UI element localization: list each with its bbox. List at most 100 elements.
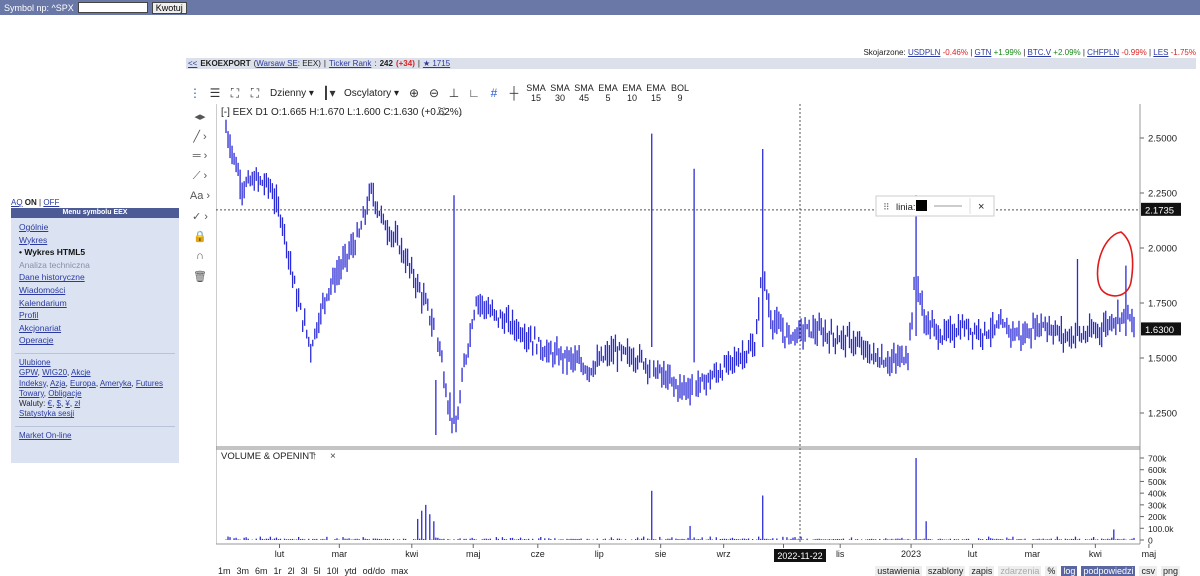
menu-item[interactable]: • Wykres HTML5 <box>11 246 179 259</box>
menu-item[interactable]: Dane historyczne <box>11 271 179 284</box>
crosshair-icon[interactable]: ┼ <box>505 84 523 102</box>
range-tab[interactable]: 1m <box>218 566 231 576</box>
range-tab[interactable]: 5l <box>314 566 321 576</box>
indicator-button[interactable]: BOL 9 <box>669 82 691 104</box>
png-link[interactable]: png <box>1160 566 1180 576</box>
menu-item[interactable]: Operacje <box>11 334 179 347</box>
save-link[interactable]: zapis <box>969 566 995 576</box>
zoom-out-icon[interactable]: ⊖ <box>425 84 443 102</box>
symbol-label: Symbol np: ^SPX <box>4 2 74 13</box>
range-tab[interactable]: 10l <box>327 566 339 576</box>
menu-item[interactable]: Wykres <box>11 234 179 247</box>
hamburger-menu-icon[interactable]: ☰ <box>206 84 224 102</box>
range-tab[interactable]: 2l <box>288 566 295 576</box>
indicator-button[interactable]: SMA 45 <box>573 82 595 104</box>
close-popup-icon[interactable]: × <box>978 201 984 213</box>
grid-icon[interactable]: # <box>485 84 503 102</box>
quote-link[interactable]: GTN <box>975 48 992 57</box>
vertical-dots-icon[interactable]: ⋮ <box>186 84 204 102</box>
quote-button[interactable]: Kwotuj <box>151 1 187 14</box>
related-quotes: Skojarzone: USDPLN -0.46% | GTN +1.99% |… <box>863 48 1196 57</box>
hints-toggle[interactable]: podpowiedzi <box>1081 566 1136 576</box>
session-stats-link[interactable]: Statystyka sesji <box>19 409 74 418</box>
zoom-in-icon[interactable]: ⊕ <box>405 84 423 102</box>
range-tab[interactable]: 3l <box>301 566 308 576</box>
line-color-swatch[interactable] <box>916 200 927 211</box>
arrow-down-icon[interactable]: ↓ <box>458 107 463 118</box>
fork-icon[interactable]: ⟋ › <box>186 166 214 186</box>
aq-on[interactable]: ON <box>25 198 37 207</box>
interval-dropdown[interactable]: Dzienny ▾ <box>266 84 318 102</box>
quote-link[interactable]: LES <box>1153 48 1168 57</box>
favorite-link[interactable]: Indeksy <box>19 379 46 388</box>
favorites-link[interactable]: Ulubione <box>19 358 51 367</box>
pencil-icon[interactable]: ╱ › <box>186 126 214 146</box>
price-chart[interactable]: 2.5000 2.2500 2.0000 1.7500 1.5000 1.2500 700k… <box>216 104 1200 566</box>
favorite-link[interactable]: GPW <box>19 368 38 377</box>
menu-item[interactable]: Profil <box>11 309 179 322</box>
expand-icon[interactable]: ⛶ <box>437 107 446 118</box>
market-link[interactable]: Warsaw SE <box>256 59 298 68</box>
log-toggle[interactable]: log <box>1061 566 1078 576</box>
check-icon[interactable]: ✓ › <box>186 206 214 226</box>
range-tab[interactable]: 3m <box>237 566 250 576</box>
favorite-link[interactable]: Ameryka <box>100 379 132 388</box>
indicator-button[interactable]: EMA 5 <box>597 82 619 104</box>
range-tab[interactable]: od/do <box>363 566 386 576</box>
range-tab[interactable]: ytd <box>345 566 357 576</box>
favorite-link[interactable]: Obligacje <box>48 389 81 398</box>
fullscreen-icon[interactable]: ⛶ <box>226 84 244 102</box>
menu-item[interactable]: Wiadomości <box>11 284 179 297</box>
percent-toggle[interactable]: % <box>1045 566 1058 576</box>
range-tab[interactable]: 6m <box>255 566 268 576</box>
events-link[interactable]: zdarzenia <box>998 566 1042 576</box>
star-count-link[interactable]: ★ 1715 <box>423 59 450 68</box>
favorite-link[interactable]: WIG20 <box>42 368 67 377</box>
range-tab[interactable]: 1r <box>274 566 282 576</box>
menu-item[interactable]: Akcjonariat <box>11 322 179 335</box>
settings-link[interactable]: ustawienia <box>875 566 922 576</box>
fit-screen-icon[interactable]: ⛶ <box>246 84 264 102</box>
quote-change: -1.75% <box>1168 48 1196 57</box>
oscillators-dropdown[interactable]: Oscylatory ▾ <box>340 84 403 102</box>
market-online-link[interactable]: Market On-line <box>19 431 71 440</box>
aq-link[interactable]: AQ <box>11 198 23 207</box>
drag-handle-icon[interactable]: ⠿ <box>883 202 890 212</box>
axis-icon[interactable]: ∟ <box>465 84 483 102</box>
quote-link[interactable]: CHFPLN <box>1087 48 1119 57</box>
quote-link[interactable]: USDPLN <box>908 48 940 57</box>
favorite-link[interactable]: Azja <box>50 379 66 388</box>
menu-item[interactable]: Kalendarium <box>11 297 179 310</box>
fit-vertical-icon[interactable]: ⊥ <box>445 84 463 102</box>
horizontal-line-icon[interactable]: ═ › <box>186 146 214 166</box>
range-tab[interactable]: max <box>391 566 408 576</box>
templates-link[interactable]: szablony <box>925 566 966 576</box>
aq-off[interactable]: OFF <box>43 198 59 207</box>
favorite-link[interactable]: Europa <box>70 379 96 388</box>
indicator-button[interactable]: EMA 15 <box>645 82 667 104</box>
magnet-icon[interactable]: ∩ <box>186 246 214 266</box>
candlestick-icon[interactable]: ┃▾ <box>320 84 338 102</box>
indicator-button[interactable]: EMA 10 <box>621 82 643 104</box>
lock-icon[interactable]: 🔒 <box>186 226 214 246</box>
favorite-link[interactable]: zł <box>74 399 80 408</box>
indicator-button[interactable]: SMA 30 <box>549 82 571 104</box>
favorite-link[interactable]: Towary <box>19 389 44 398</box>
favorite-link[interactable]: Futures <box>136 379 163 388</box>
symbol-input[interactable] <box>77 2 148 13</box>
quote-link[interactable]: BTC.V <box>1028 48 1052 57</box>
csv-link[interactable]: csv <box>1139 566 1157 576</box>
indicator-button[interactable]: SMA 15 <box>525 82 547 104</box>
line-popup-label: linia: <box>896 202 916 213</box>
close-panel-icon[interactable]: × <box>330 451 336 462</box>
arrows-icon[interactable]: ◂▸ <box>186 106 214 126</box>
chart-toolbar: ⋮ ☰ ⛶ ⛶ Dzienny ▾ ┃▾ Oscylatory ▾ ⊕ ⊖ ⊥ … <box>186 82 1196 104</box>
text-icon[interactable]: Aa › <box>186 186 214 206</box>
trash-icon[interactable]: 🗑 <box>186 266 214 286</box>
arrow-up-icon[interactable]: ↑ <box>312 451 317 462</box>
back-link[interactable]: << <box>188 59 197 68</box>
time-tick-label: maj <box>466 549 481 559</box>
favorite-link[interactable]: Akcje <box>71 368 91 377</box>
ticker-rank-link[interactable]: Ticker Rank <box>329 59 371 68</box>
menu-item[interactable]: Ogólnie <box>11 221 179 234</box>
